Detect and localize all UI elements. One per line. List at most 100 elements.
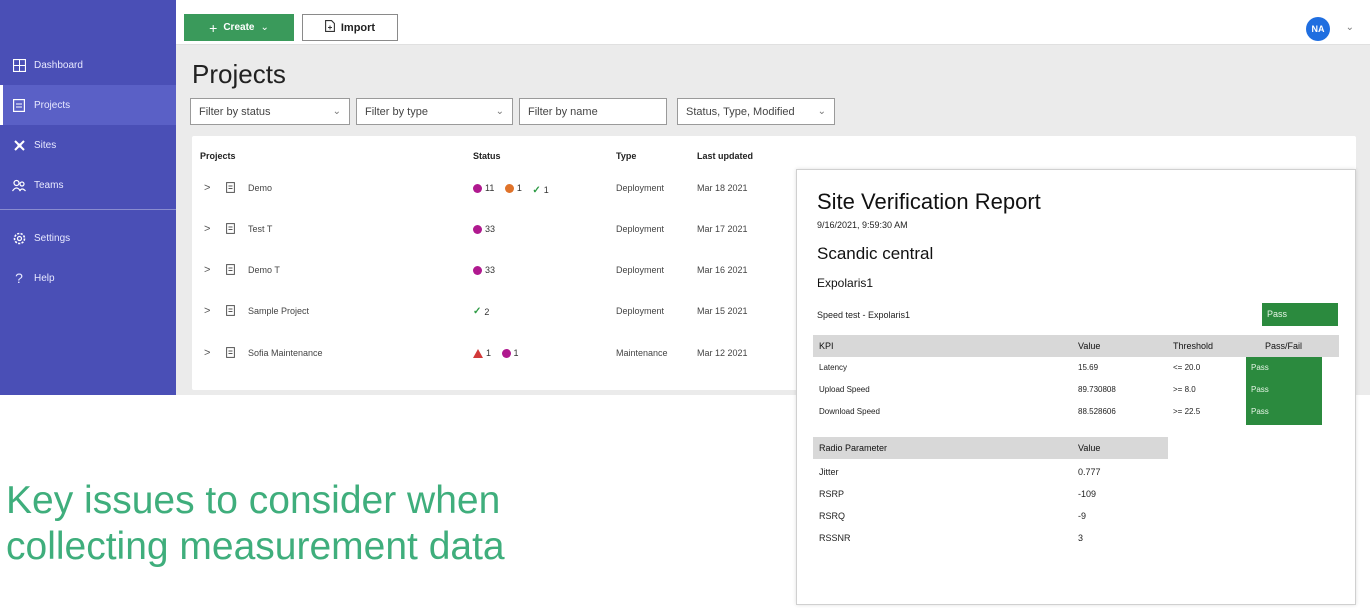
screen: Dashboard Projects Sites Teams Settings … [0, 0, 1370, 608]
dashboard-icon [12, 58, 26, 72]
kpi-row: Latency 15.69 <= 20.0 [819, 363, 1201, 372]
chevron-right-icon[interactable]: > [204, 182, 210, 194]
chevron-right-icon[interactable]: > [204, 223, 210, 235]
plus-icon: + [209, 19, 218, 36]
kpi-row: Upload Speed 89.730808 >= 8.0 [819, 385, 1196, 394]
sidebar-item-label: Dashboard [34, 59, 83, 71]
project-type: Deployment [616, 265, 665, 275]
column-header-last-updated[interactable]: Last updated [697, 151, 753, 161]
report-date: 9/16/2021, 9:59:30 AM [817, 220, 908, 230]
help-icon: ? [15, 270, 23, 286]
speed-test-label: Speed test - Expolaris1 [817, 310, 911, 320]
top-bar: + Create ⌄ Import NA ⌄ [176, 0, 1370, 45]
chevron-down-icon[interactable]: ⌄ [1346, 22, 1354, 33]
chevron-down-icon: ⌄ [260, 22, 269, 33]
chevron-right-icon[interactable]: > [204, 305, 210, 317]
teams-icon [12, 178, 26, 192]
site-verification-report: Site Verification Report 9/16/2021, 9:59… [796, 169, 1356, 605]
document-icon [226, 305, 235, 318]
sidebar-item-dashboard[interactable]: Dashboard [0, 45, 176, 85]
status-badge: 1 [473, 348, 491, 358]
status-filter[interactable]: Filter by status ⌄ [190, 98, 350, 125]
chevron-down-icon: ⌄ [817, 106, 826, 117]
document-icon [226, 347, 235, 360]
project-name[interactable]: Demo T [248, 265, 280, 275]
project-name[interactable]: Demo [248, 183, 272, 193]
sidebar-divider [0, 209, 176, 210]
report-site-name: Scandic central [817, 244, 934, 263]
sidebar-item-sites[interactable]: Sites [0, 125, 176, 165]
in-progress-icon [473, 224, 482, 234]
headline: Key issues to consider when collecting m… [6, 479, 505, 568]
document-icon [226, 182, 235, 195]
status-badges: 1 1 [473, 348, 527, 360]
project-type: Maintenance [616, 348, 668, 358]
sidebar-item-help[interactable]: ? Help [0, 258, 176, 298]
warning-icon [504, 183, 514, 193]
in-progress-icon [473, 265, 482, 275]
project-type: Deployment [616, 306, 665, 316]
project-type: Deployment [616, 183, 665, 193]
project-name[interactable]: Sofia Maintenance [248, 348, 323, 358]
sidebar-item-teams[interactable]: Teams [0, 165, 176, 205]
status-badge: ✓ 1 [532, 184, 549, 196]
kpi-row: Download Speed 88.528606 >= 22.5 [819, 407, 1201, 416]
in-progress-icon [473, 183, 482, 193]
speed-test-result: Pass [1262, 303, 1338, 326]
radio-row: RSRP -109 [819, 489, 1097, 499]
create-button[interactable]: + Create ⌄ [184, 14, 294, 41]
status-badges: ✓ 2 [473, 306, 497, 317]
avatar[interactable]: NA [1306, 17, 1330, 41]
report-title: Site Verification Report [817, 189, 1041, 214]
sidebar: Dashboard Projects Sites Teams Settings … [0, 0, 176, 395]
radio-table-header: Radio Parameter Value [813, 437, 1168, 459]
status-badge: 33 [473, 224, 495, 234]
name-filter-input[interactable]: Filter by name [519, 98, 667, 125]
status-badge: ✓ 2 [473, 306, 490, 317]
project-type: Deployment [616, 224, 665, 234]
sidebar-item-label: Projects [34, 99, 71, 111]
last-updated: Mar 12 2021 [697, 348, 748, 358]
sidebar-item-label: Sites [34, 139, 57, 151]
status-badges: 33 [473, 224, 503, 236]
chevron-right-icon[interactable]: > [204, 264, 210, 276]
sort-dropdown[interactable]: Status, Type, Modified ⌄ [677, 98, 835, 125]
sidebar-item-label: Settings [34, 232, 71, 244]
last-updated: Mar 16 2021 [697, 265, 748, 275]
chevron-right-icon[interactable]: > [204, 347, 210, 359]
radio-row: RSRQ -9 [819, 511, 1087, 521]
document-icon [226, 264, 235, 277]
projects-icon [12, 98, 26, 112]
page-title: Projects [192, 59, 286, 89]
project-name[interactable]: Test T [248, 224, 272, 234]
in-progress-icon [501, 348, 511, 358]
status-badge: 1 [501, 348, 519, 358]
sidebar-item-label: Teams [34, 179, 64, 191]
last-updated: Mar 18 2021 [697, 183, 748, 193]
radio-row: Jitter 0.777 [819, 467, 1101, 477]
type-filter[interactable]: Filter by type ⌄ [356, 98, 513, 125]
project-name[interactable]: Sample Project [248, 306, 309, 316]
check-icon: ✓ [473, 306, 482, 317]
sidebar-item-projects[interactable]: Projects [0, 85, 176, 125]
last-updated: Mar 17 2021 [697, 224, 748, 234]
column-header-type[interactable]: Type [616, 151, 636, 161]
status-badge: 1 [504, 183, 522, 193]
chevron-down-icon: ⌄ [495, 106, 504, 117]
report-device-name: Expolaris1 [817, 276, 874, 290]
status-badge: 33 [473, 265, 495, 275]
import-button[interactable]: Import [302, 14, 398, 41]
chevron-down-icon: ⌄ [332, 106, 341, 117]
sidebar-item-label: Help [34, 272, 55, 284]
sidebar-item-settings[interactable]: Settings [0, 218, 176, 258]
column-header-projects[interactable]: Projects [200, 151, 236, 161]
status-badge: 11 [473, 183, 494, 193]
last-updated: Mar 15 2021 [697, 306, 748, 316]
sites-icon [12, 138, 26, 152]
radio-row: RSSNR 3 [819, 533, 1084, 543]
status-badges: 33 [473, 265, 503, 277]
column-header-status[interactable]: Status [473, 151, 501, 161]
gear-icon [12, 231, 26, 245]
status-badges: 11 1 ✓ 1 [473, 183, 557, 196]
kpi-table-header: KPI Value Threshold Pass/Fail [813, 335, 1339, 357]
